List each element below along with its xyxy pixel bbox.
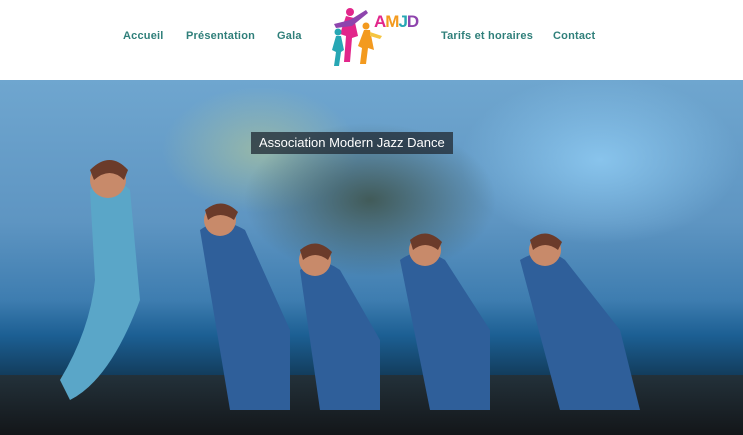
nav-item-tarifs[interactable]: Tarifs et horaires <box>441 30 533 42</box>
hero-image: Association Modern Jazz Dance <box>0 80 743 435</box>
nav-item-gala[interactable]: Gala <box>277 30 302 42</box>
nav-item-presentation[interactable]: Présentation <box>186 30 255 42</box>
nav-item-contact[interactable]: Contact <box>553 30 595 42</box>
logo-text: AMJD <box>374 12 419 31</box>
logo[interactable]: AMJD <box>326 6 422 68</box>
nav-item-accueil[interactable]: Accueil <box>123 30 164 42</box>
hero-title: Association Modern Jazz Dance <box>251 132 453 154</box>
site-header: Accueil Présentation Gala AMJD Tarifs et… <box>0 0 743 80</box>
